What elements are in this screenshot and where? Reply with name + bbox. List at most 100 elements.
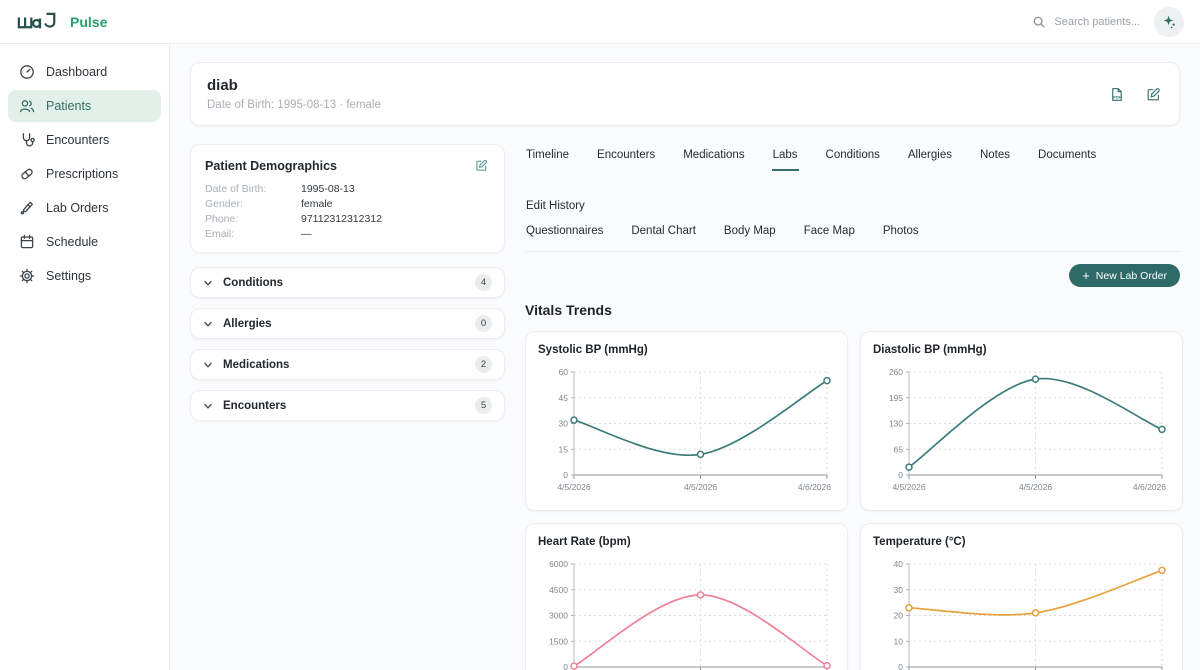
edit-pencil-icon — [1146, 87, 1161, 102]
accordion-label: Allergies — [223, 318, 272, 330]
tab-edit-history[interactable]: Edit History — [525, 197, 586, 222]
accordion-encounters[interactable]: Encounters 5 — [190, 390, 505, 421]
ai-assistant-button[interactable] — [1154, 7, 1184, 37]
pdf-file-icon: PDF — [1109, 87, 1124, 102]
patient-subtitle: Date of Birth: 1995-08-13 · female — [207, 99, 381, 111]
vitals-chart-grid: Systolic BP (mmHg)0153045604/5/20264/5/2… — [525, 331, 1180, 670]
new-lab-order-button[interactable]: + New Lab Order — [1069, 264, 1180, 287]
sidebar-item-patients[interactable]: Patients — [8, 90, 161, 122]
chevron-down-icon — [203, 401, 213, 411]
svg-text:0: 0 — [898, 662, 903, 670]
test-tube-icon — [19, 200, 35, 216]
svg-text:6000: 6000 — [549, 559, 568, 569]
sidebar-item-label: Schedule — [46, 235, 98, 249]
svg-text:4/5/2026: 4/5/2026 — [892, 482, 925, 492]
tab-medications[interactable]: Medications — [682, 146, 745, 171]
field-label: Gender: — [205, 197, 301, 212]
svg-text:PDF: PDF — [1113, 95, 1121, 99]
demographics-row: Email:— — [205, 227, 490, 242]
gear-icon — [19, 268, 35, 284]
sidebar-item-schedule[interactable]: Schedule — [8, 226, 161, 258]
svg-text:45: 45 — [559, 393, 569, 403]
field-label: Date of Birth: — [205, 182, 301, 197]
tab-labs[interactable]: Labs — [772, 146, 799, 171]
accordion-allergies[interactable]: Allergies 0 — [190, 308, 505, 339]
chevron-down-icon — [203, 319, 213, 329]
new-lab-order-label: New Lab Order — [1096, 270, 1167, 282]
chart-title: Systolic BP (mmHg) — [538, 344, 835, 356]
patient-header-card: diab Date of Birth: 1995-08-13 · female … — [190, 62, 1180, 126]
sidebar-item-prescriptions[interactable]: Prescriptions — [8, 158, 161, 190]
accordion-conditions[interactable]: Conditions4 — [190, 267, 505, 298]
tab-timeline[interactable]: Timeline — [525, 146, 570, 171]
tab-notes[interactable]: Notes — [979, 146, 1011, 171]
chart-card-temperature-c: Temperature (°C)0102030404/5/20264/5/202… — [860, 523, 1183, 670]
sidebar-item-encounters[interactable]: Encounters — [8, 124, 161, 156]
chevron-down-icon — [203, 278, 213, 288]
dashboard-icon — [19, 64, 35, 80]
chart-title: Diastolic BP (mmHg) — [873, 344, 1170, 356]
edit-pencil-icon — [475, 159, 488, 172]
tab-conditions[interactable]: Conditions — [825, 146, 881, 171]
patients-icon — [19, 98, 35, 114]
top-header: Pulse Search patients... — [0, 0, 1200, 44]
tab-body-map[interactable]: Body Map — [723, 222, 777, 247]
chart-title: Heart Rate (bpm) — [538, 536, 835, 548]
accordion-label: Conditions — [223, 277, 283, 289]
demographics-row: Gender:female — [205, 197, 490, 212]
svg-text:260: 260 — [889, 367, 903, 377]
tab-bar: Timeline Encounters Medications Labs Conditi… — [525, 144, 1180, 252]
brand-logo-icon — [16, 9, 60, 34]
svg-text:0: 0 — [563, 470, 568, 480]
field-value: female — [301, 197, 333, 212]
svg-text:30: 30 — [894, 585, 904, 595]
svg-text:65: 65 — [894, 444, 904, 454]
sidebar-item-label: Lab Orders — [46, 201, 109, 215]
line-chart: 0102030404/5/20264/5/20264/6/2026 — [873, 554, 1170, 670]
export-pdf-button[interactable]: PDF — [1107, 85, 1126, 104]
main-content: diab Date of Birth: 1995-08-13 · female … — [170, 44, 1200, 670]
sparkles-icon — [1161, 14, 1177, 30]
search-input[interactable]: Search patients... — [1032, 15, 1140, 29]
sidebar: Dashboard Patients Encounters Prescriptions… — [0, 44, 170, 670]
accordion-medications[interactable]: Medications2 — [190, 349, 505, 380]
tab-dental-chart[interactable]: Dental Chart — [630, 222, 697, 247]
accordion-label: Encounters — [223, 400, 286, 412]
count-badge: 0 — [475, 315, 492, 332]
tab-row-2: Questionnaires Dental Chart Body Map Face M… — [525, 222, 1180, 247]
plus-icon: + — [1082, 269, 1090, 282]
tab-photos[interactable]: Photos — [882, 222, 920, 247]
demographics-title: Patient Demographics — [205, 159, 337, 173]
count-badge: 5 — [475, 397, 492, 414]
count-badge: 2 — [475, 356, 492, 373]
demographics-row: Phone:97112312312312 — [205, 212, 490, 227]
brand[interactable]: Pulse — [16, 9, 107, 34]
sidebar-item-label: Encounters — [46, 133, 109, 147]
brand-name: Pulse — [70, 14, 107, 30]
svg-text:30: 30 — [559, 419, 569, 429]
sidebar-item-label: Prescriptions — [46, 167, 118, 181]
tab-allergies[interactable]: Allergies — [907, 146, 953, 171]
line-chart: 0651301952604/5/20264/5/20264/6/2026 — [873, 362, 1170, 497]
edit-patient-button[interactable] — [1144, 85, 1163, 104]
sidebar-item-dashboard[interactable]: Dashboard — [8, 56, 161, 88]
edit-demographics-button[interactable] — [473, 157, 490, 174]
svg-text:195: 195 — [889, 393, 903, 403]
tab-row-1: Timeline Encounters Medications Labs Conditi… — [525, 146, 1180, 222]
svg-text:4/6/2026: 4/6/2026 — [798, 482, 831, 492]
chart-card-heart-rate-bpm: Heart Rate (bpm)015003000450060004/5/202… — [525, 523, 848, 670]
chevron-down-icon — [203, 360, 213, 370]
sidebar-item-label: Dashboard — [46, 65, 107, 79]
patient-name: diab — [207, 77, 381, 94]
tab-face-map[interactable]: Face Map — [803, 222, 856, 247]
search-icon — [1032, 15, 1046, 29]
field-label: Email: — [205, 227, 301, 242]
tab-questionnaires[interactable]: Questionnaires — [525, 222, 604, 247]
sidebar-item-settings[interactable]: Settings — [8, 260, 161, 292]
line-chart: 015003000450060004/5/20264/5/20264/6/202… — [538, 554, 835, 670]
sidebar-item-label: Settings — [46, 269, 91, 283]
tab-documents[interactable]: Documents — [1037, 146, 1097, 171]
svg-text:4500: 4500 — [549, 585, 568, 595]
sidebar-item-lab-orders[interactable]: Lab Orders — [8, 192, 161, 224]
tab-encounters[interactable]: Encounters — [596, 146, 656, 171]
